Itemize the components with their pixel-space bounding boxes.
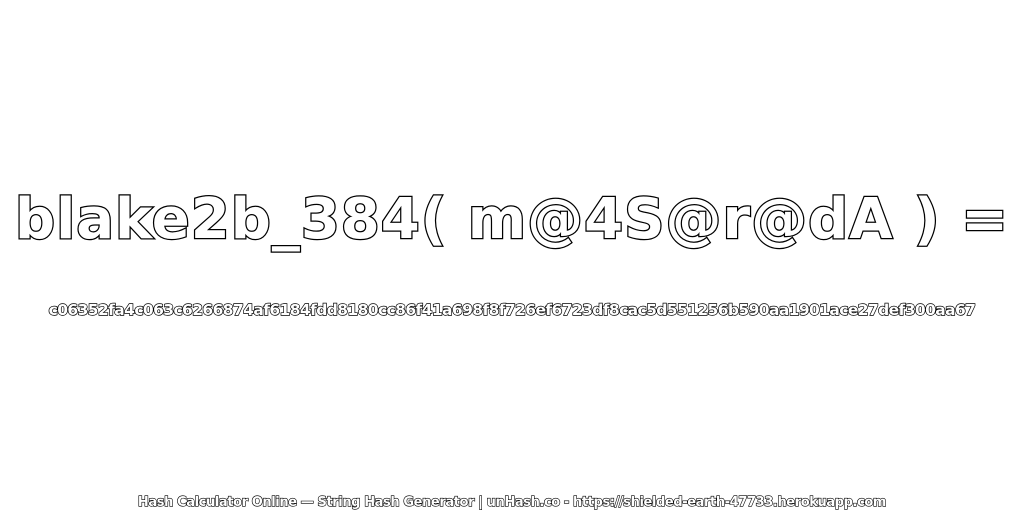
hash-expression-title: blake2b_384( m@4S@r@dA ) =: [14, 186, 1010, 254]
footer-credit: Hash Calculator Online — String Hash Gen…: [137, 494, 887, 510]
hash-value: c06352fa4c063c6266874af6184fdd8180cc86f4…: [48, 300, 977, 319]
